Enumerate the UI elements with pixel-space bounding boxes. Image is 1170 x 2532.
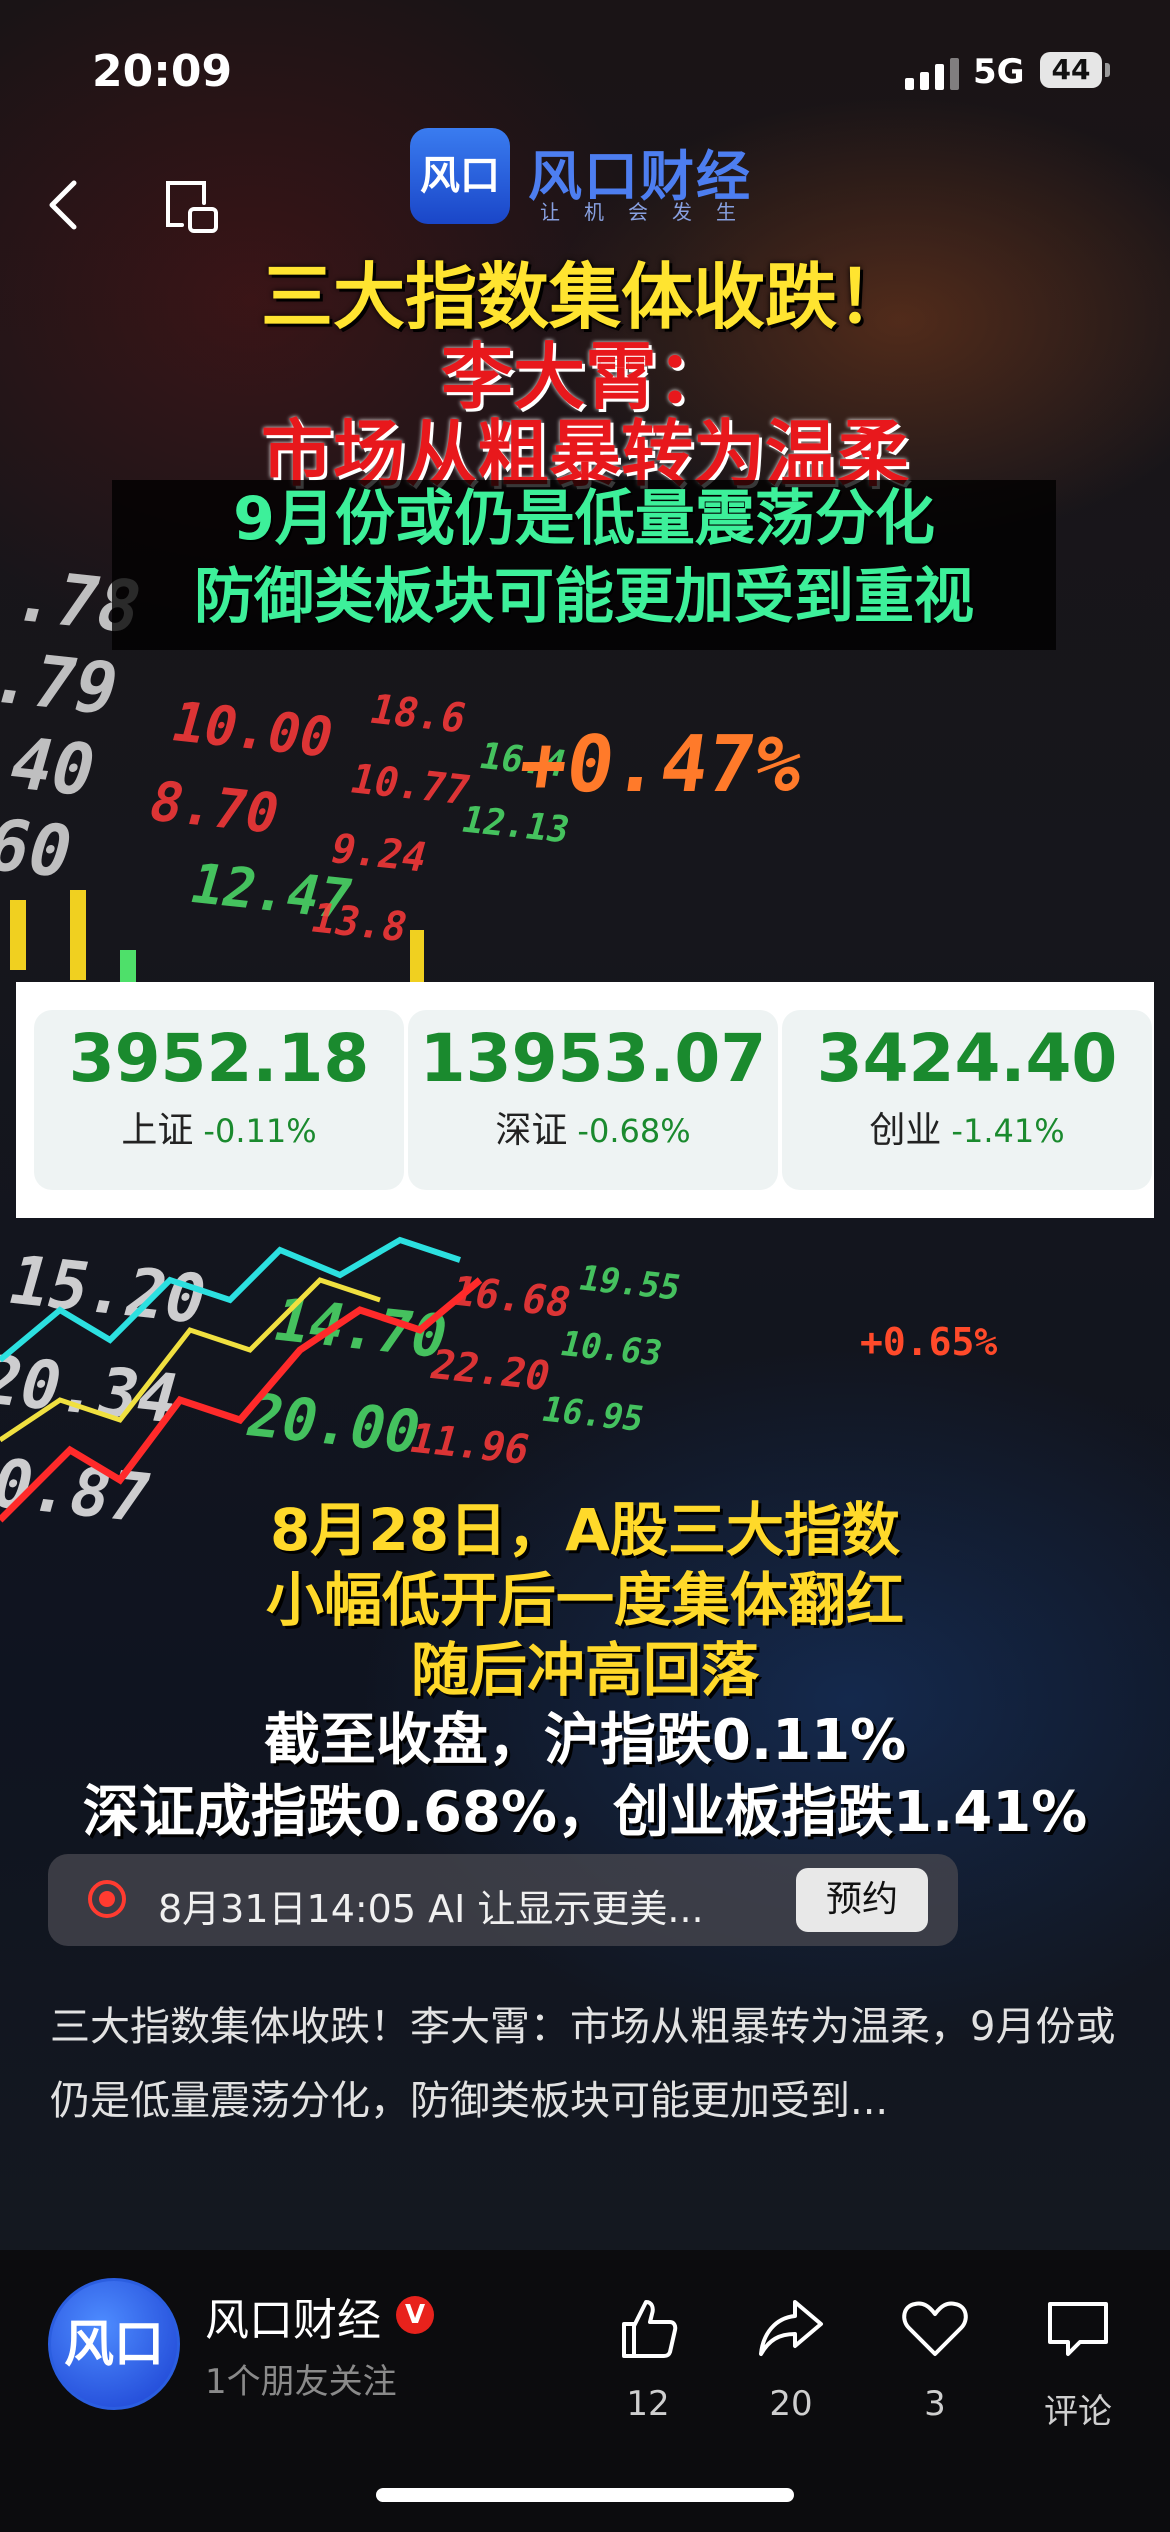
index-item-chinext: 3424.40 创业 -1.41% (782, 1010, 1152, 1190)
like-button[interactable]: 12 (588, 2290, 708, 2424)
board-percent-tag-small: +0.65% (860, 1320, 998, 1364)
comment-button[interactable]: 评论 (1018, 2290, 1138, 2433)
like-count: 12 (626, 2384, 670, 2424)
subheadline-line-1: 9月份或仍是低量震荡分化 (233, 484, 935, 554)
video-description[interactable]: 三大指数集体收跌！李大霄：市场从粗暴转为温柔，9月份或仍是低量震荡分化，防御类板… (50, 1990, 1130, 2138)
index-name: 创业 (869, 1110, 942, 1151)
favorite-button[interactable]: 3 (875, 2290, 995, 2424)
author-name[interactable]: 风口财经 (205, 2284, 381, 2348)
comment-label: 评论 (1044, 2392, 1112, 2432)
caption-line: 随后冲高回落 (410, 1636, 759, 1704)
subheadline-line-2: 防御类板块可能更加受到重视 (194, 562, 974, 632)
live-dot-icon (88, 1880, 126, 1918)
share-arrow-icon (759, 2300, 823, 2356)
caption-line: 深证成指跌0.68%，创业板指跌1.41% (82, 1780, 1088, 1845)
battery-icon: 44 (1040, 52, 1110, 88)
index-change: -0.11% (203, 1112, 317, 1150)
brand-slogan: 让机会发生 (540, 200, 760, 224)
index-change: -0.68% (577, 1112, 691, 1150)
index-label: 创业 -1.41% (782, 1101, 1152, 1153)
index-item-shanghai: 3952.18 上证 -0.11% (34, 1010, 404, 1190)
signal-icon (905, 58, 959, 90)
index-name: 深证 (495, 1110, 568, 1151)
caption-line: 小幅低开后一度集体翻红 (265, 1566, 904, 1634)
heart-icon (902, 2301, 968, 2356)
caption-yellow: 8月28日，A股三大指数 小幅低开后一度集体翻红 随后冲高回落 (0, 1495, 1170, 1705)
index-value: 13953.07 (419, 1020, 767, 1097)
avatar[interactable]: 风口 (48, 2278, 180, 2410)
board-deco: 10.00 8.70 (142, 689, 341, 846)
brand-logo: 风口 风口财经 让机会发生 (410, 128, 770, 228)
caption-line: 8月28日，A股三大指数 (270, 1496, 900, 1564)
subheadline-panel: 9月份或仍是低量震荡分化 防御类板块可能更加受到重视 (112, 480, 1056, 650)
caption-line: 截至收盘，沪指跌0.11% (263, 1708, 907, 1773)
home-indicator[interactable] (376, 2488, 794, 2502)
board-percent-tag: +0.47% (513, 720, 809, 810)
network-label: 5G (973, 52, 1025, 92)
favorite-count: 3 (924, 2384, 946, 2424)
back-icon[interactable] (40, 175, 90, 235)
caption-white: 截至收盘，沪指跌0.11% 深证成指跌0.68%，创业板指跌1.41% (0, 1705, 1170, 1849)
index-summary-card: 3952.18 上证 -0.11% 13953.07 深证 -0.68% 3424.… (16, 982, 1154, 1218)
comment-icon (1048, 2302, 1108, 2356)
index-name: 上证 (121, 1110, 194, 1151)
verified-badge-icon: V (396, 2296, 434, 2334)
brand-logo-mark: 风口 (410, 128, 510, 224)
index-change: -1.41% (951, 1112, 1065, 1150)
status-time: 20:09 (92, 46, 233, 97)
live-reservation-bar[interactable]: 8月31日14:05 AI 让显示更美... 预约 (48, 1854, 958, 1946)
index-value: 3424.40 (816, 1020, 1118, 1097)
picture-in-picture-icon[interactable] (160, 175, 224, 239)
live-text: 8月31日14:05 AI 让显示更美... (158, 1887, 704, 1931)
share-count: 20 (769, 2384, 813, 2424)
avatar-text: 风口 (64, 2315, 164, 2373)
friends-following: 1个朋友关注 (205, 2362, 397, 2402)
share-button[interactable]: 20 (731, 2290, 851, 2424)
index-label: 上证 -0.11% (34, 1101, 404, 1153)
index-item-shenzhen: 13953.07 深证 -0.68% (408, 1010, 778, 1190)
index-value: 3952.18 (68, 1020, 370, 1097)
thumbs-up-icon (622, 2300, 678, 2358)
reserve-button[interactable]: 预约 (796, 1868, 928, 1932)
index-label: 深证 -0.68% (408, 1101, 778, 1153)
